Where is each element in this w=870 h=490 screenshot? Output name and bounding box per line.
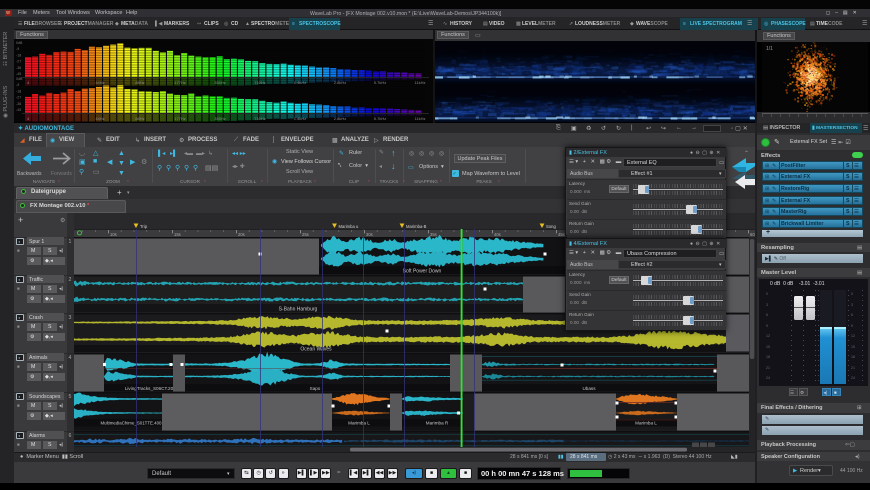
svg-text:11kHz: 11kHz bbox=[414, 80, 425, 85]
svg-text:2.8kHz: 2.8kHz bbox=[334, 116, 346, 121]
svg-text:710Hz: 710Hz bbox=[254, 80, 266, 85]
svg-text:710Hz: 710Hz bbox=[254, 116, 266, 121]
svg-text:S-Bahn Hamburg: S-Bahn Hamburg bbox=[279, 306, 318, 312]
svg-text:-18: -18 bbox=[16, 53, 21, 57]
svg-text:Marimba u: Marimba u bbox=[339, 224, 359, 229]
svg-text:15s: 15s bbox=[174, 232, 181, 237]
svg-text:0dB: 0dB bbox=[16, 41, 23, 45]
svg-text:25s: 25s bbox=[302, 232, 309, 237]
svg-text:88Hz: 88Hz bbox=[135, 80, 144, 85]
svg-text:-45: -45 bbox=[16, 108, 21, 112]
svg-text:1.4kHz: 1.4kHz bbox=[294, 116, 306, 121]
svg-text:177Hz: 177Hz bbox=[174, 80, 186, 85]
svg-text:35s: 35s bbox=[430, 232, 437, 237]
svg-text:-9: -9 bbox=[16, 47, 19, 51]
svg-text:5.7kHz: 5.7kHz bbox=[374, 80, 386, 85]
svg-text:45s: 45s bbox=[558, 232, 565, 237]
svg-text:44Hz: 44Hz bbox=[95, 80, 104, 85]
svg-text:Ubass: Ubass bbox=[582, 386, 596, 391]
svg-text:LivingTracks_S06CT.20: LivingTracks_S06CT.20 bbox=[125, 386, 174, 391]
svg-text:Marimba-B: Marimba-B bbox=[406, 224, 427, 229]
svg-text:5.7kHz: 5.7kHz bbox=[374, 116, 386, 121]
svg-text:Trip: Trip bbox=[140, 224, 148, 229]
svg-text:Song: Song bbox=[546, 224, 556, 229]
svg-text:177Hz: 177Hz bbox=[174, 116, 186, 121]
svg-text:-36: -36 bbox=[16, 102, 21, 106]
svg-text:MultimediaChime_S01TTE.400: MultimediaChime_S01TTE.400 bbox=[100, 420, 162, 425]
svg-text:0dB: 0dB bbox=[16, 77, 23, 81]
svg-text:10s: 10s bbox=[110, 232, 117, 237]
svg-text:-9: -9 bbox=[16, 83, 19, 87]
svg-text:2.8kHz: 2.8kHz bbox=[334, 80, 346, 85]
svg-text:-18: -18 bbox=[16, 89, 21, 93]
svg-text:40s: 40s bbox=[494, 232, 501, 237]
svg-text:88Hz: 88Hz bbox=[135, 116, 144, 121]
svg-text:Marimba R: Marimba R bbox=[426, 420, 449, 425]
svg-text:-27: -27 bbox=[16, 96, 21, 100]
svg-text:44Hz: 44Hz bbox=[95, 116, 104, 121]
svg-text:355Hz: 355Hz bbox=[214, 80, 226, 85]
svg-text:-27: -27 bbox=[16, 60, 21, 64]
svg-text:Marimba L: Marimba L bbox=[635, 420, 657, 425]
svg-text:-36: -36 bbox=[16, 66, 21, 70]
svg-text:20s: 20s bbox=[238, 232, 245, 237]
svg-text:1.4kHz: 1.4kHz bbox=[294, 80, 306, 85]
svg-text:Soft Power Down: Soft Power Down bbox=[403, 268, 442, 274]
svg-text:Marimba L: Marimba L bbox=[348, 420, 370, 425]
svg-text:11kHz: 11kHz bbox=[414, 116, 425, 121]
svg-text:-45: -45 bbox=[16, 72, 21, 76]
svg-text:Sapo: Sapo bbox=[310, 386, 321, 391]
svg-text:355Hz: 355Hz bbox=[214, 116, 226, 121]
svg-text:1/1: 1/1 bbox=[766, 46, 773, 52]
svg-text:30s: 30s bbox=[366, 232, 373, 237]
svg-text:Ocean Waves: Ocean Waves bbox=[300, 347, 332, 353]
